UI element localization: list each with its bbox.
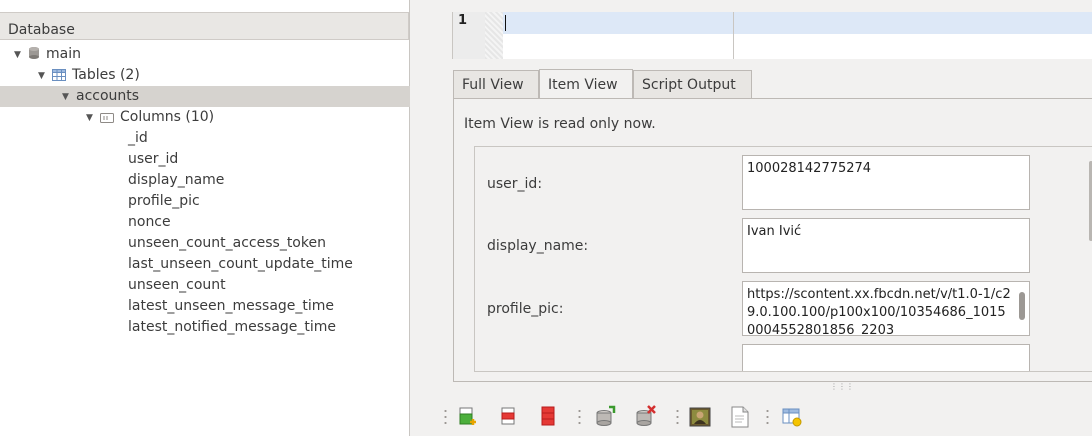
delete-row-icon[interactable] [496,404,520,430]
tab-full-view[interactable]: Full View [453,70,539,99]
insert-row-icon[interactable] [456,404,480,430]
tree-node-tables[interactable]: ▼ Tables (2) [38,65,140,86]
expand-arrow-icon[interactable]: ▼ [38,66,52,87]
tree-node-columns[interactable]: ▼ Columns (10) [86,107,214,128]
expand-arrow-icon[interactable]: ▼ [62,87,76,108]
truncate-icon[interactable] [536,404,560,430]
image-icon[interactable] [688,404,712,430]
rollback-icon[interactable] [634,404,658,430]
line-number-gutter: 1 [453,12,485,59]
column-item[interactable]: latest_notified_message_time [128,317,336,338]
fold-margin [485,12,503,59]
commit-icon[interactable] [594,404,618,430]
column-item[interactable]: unseen_count [128,275,226,296]
tree-node-tables-label: Tables (2) [72,67,140,83]
tab-script-output[interactable]: Script Output [633,70,752,99]
tree-node-main[interactable]: ▼ main [14,44,81,65]
field-value-user-id[interactable]: 100028142775274 [742,155,1030,210]
field-scrollbar[interactable] [1019,292,1025,320]
table-info-icon[interactable] [780,404,804,430]
item-view-form: user_id: 100028142775274 display_name: I… [474,146,1092,372]
tab-item-view[interactable]: Item View [539,69,633,99]
tree-node-main-label: main [46,46,81,62]
column-item[interactable]: unseen_count_access_token [128,233,326,254]
sql-editor[interactable]: 1 [452,12,1092,59]
database-icon [28,46,40,67]
field-value-empty[interactable] [742,344,1030,371]
column-item[interactable]: last_unseen_count_update_time [128,254,353,275]
column-item[interactable]: profile_pic [128,191,200,212]
table-icon [52,67,66,88]
tree-header: Database [0,12,409,40]
tree-node-accounts-label: accounts [76,88,140,104]
columns-icon [100,109,114,130]
tree-node-accounts[interactable]: ▼ accounts [0,86,410,107]
splitter-grip-icon[interactable]: ⋮⋮⋮ [830,383,854,391]
toolbar-separator [578,408,581,426]
column-item[interactable]: nonce [128,212,171,233]
toolbar-separator [766,408,769,426]
database-tree-panel: Database ▼ main ▼ Tables (2) ▼ accounts ▼ Co… [0,0,410,436]
bottom-toolbar [440,398,1092,436]
field-label-display-name: display_name: [487,238,589,254]
column-item[interactable]: _id [128,128,148,149]
profile-pic-url: https://scontent.xx.fbcdn.net/v/t1.0-1/c… [747,287,1011,336]
column-item[interactable]: display_name [128,170,224,191]
export-icon[interactable] [728,404,752,430]
field-value-profile-pic[interactable]: https://scontent.xx.fbcdn.net/v/t1.0-1/c… [742,281,1030,336]
toolbar-separator [676,408,679,426]
text-caret [505,15,506,31]
current-line-highlight [503,12,1092,34]
field-value-display-name[interactable]: Ivan Ivić [742,218,1030,273]
column-item[interactable]: user_id [128,149,178,170]
toolbar-separator [444,408,447,426]
expand-arrow-icon[interactable]: ▼ [14,45,28,66]
field-label-user-id: user_id: [487,176,543,192]
tree-node-columns-label: Columns (10) [120,109,215,125]
editor-edge-line [733,12,734,59]
readonly-message: Item View is read only now. [464,116,656,132]
column-item[interactable]: latest_unseen_message_time [128,296,334,317]
expand-arrow-icon[interactable]: ▼ [86,108,100,129]
field-label-profile-pic: profile_pic: [487,301,564,317]
